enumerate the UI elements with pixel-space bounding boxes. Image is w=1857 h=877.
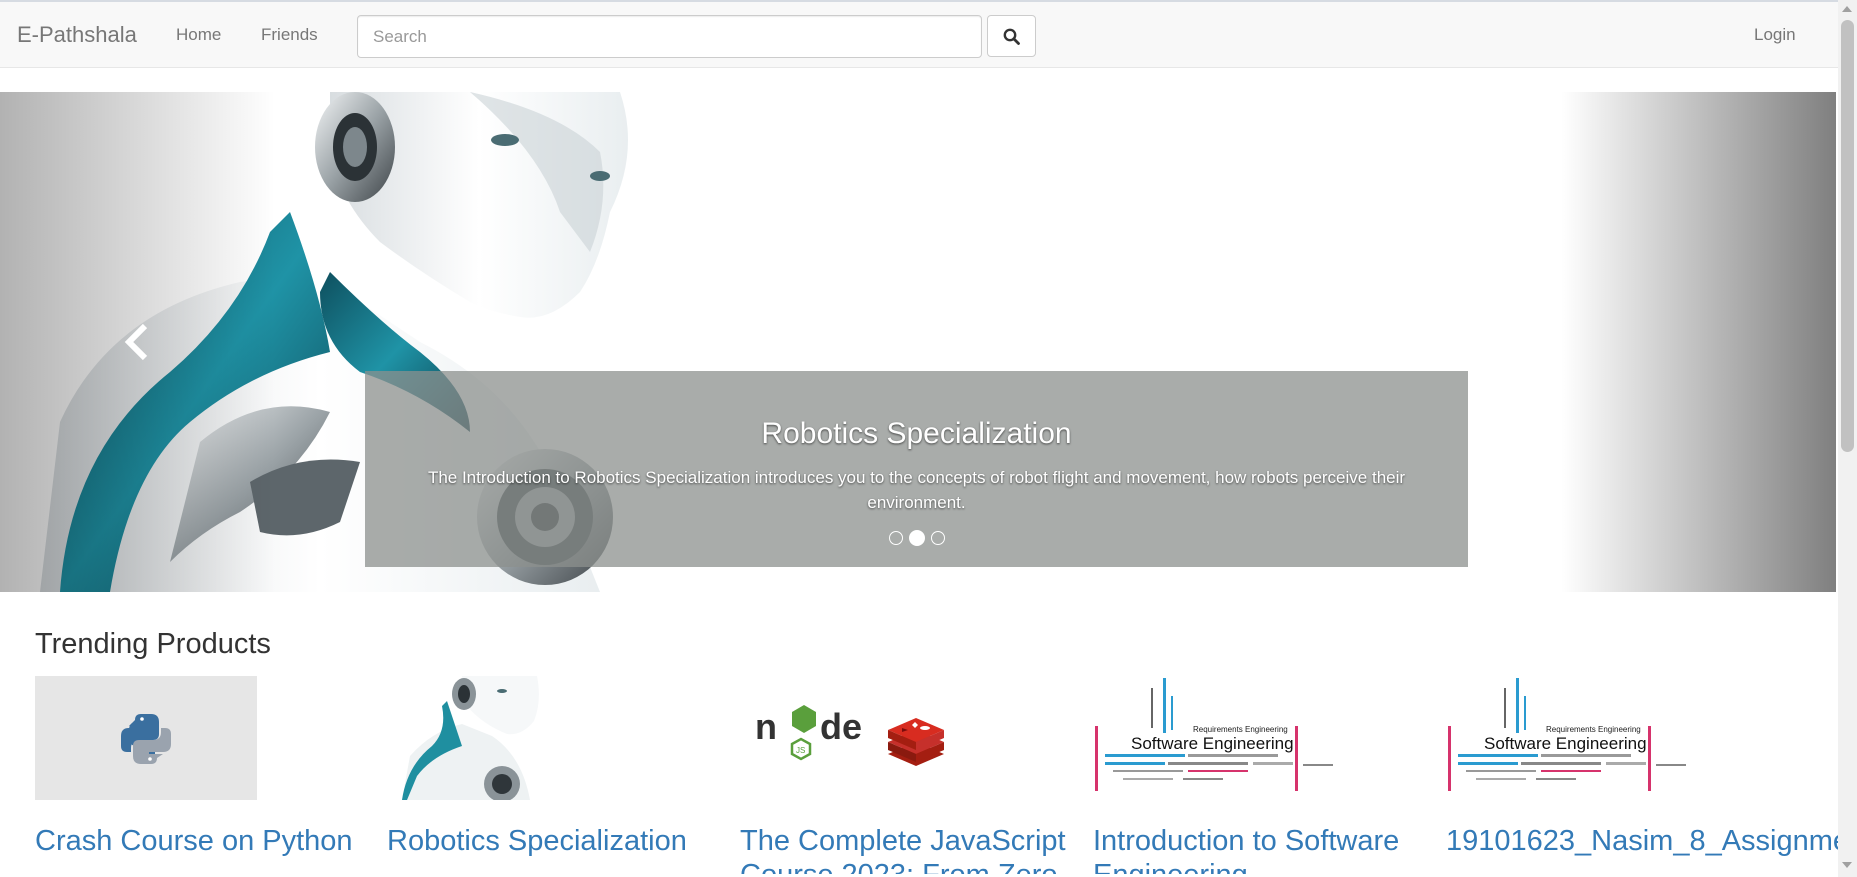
slide-title: Robotics Specialization [761, 417, 1072, 450]
product-card: Robotics Specialization [387, 676, 727, 877]
trending-heading: Trending Products [35, 628, 271, 660]
page-scrollbar[interactable] [1838, 0, 1857, 877]
product-thumbnail[interactable]: Requirements Engineering Software Engine… [1093, 676, 1343, 800]
redis-logo [888, 718, 944, 766]
wordcloud-text: Requirements Engineering [1546, 725, 1641, 734]
robot-thumbnail-image [402, 676, 539, 800]
python-logo-icon [121, 714, 171, 764]
software-engineering-wordcloud-image: Requirements Engineering Software Engine… [1448, 678, 1686, 791]
nav-home-link[interactable]: Home [176, 25, 221, 45]
product-card: Crash Course on Python [35, 676, 375, 877]
product-title-link[interactable]: 19101623_Nasim_8_Assignment [1446, 824, 1838, 858]
product-thumbnail[interactable]: Requirements Engineering Software Engine… [1446, 676, 1696, 800]
wordcloud-text: Software Engineering [1131, 734, 1294, 753]
wordcloud-text: Software Engineering [1484, 734, 1647, 753]
product-title-link[interactable]: The Complete JavaScript Course 2023: Fro… [740, 824, 1080, 874]
software-engineering-wordcloud-image: Requirements Engineering Software Engine… [1095, 678, 1333, 791]
slide-indicator-3[interactable] [930, 531, 945, 545]
carousel-indicators [365, 530, 1468, 546]
product-thumbnail[interactable] [402, 676, 542, 800]
search-input[interactable] [357, 15, 982, 58]
wordcloud-text: Requirements Engineering [1193, 725, 1288, 734]
slide-description: The Introduction to Robotics Specializat… [427, 468, 1406, 512]
carousel-next-button[interactable] [1561, 92, 1836, 592]
slide-indicator-2[interactable] [908, 530, 925, 546]
hero-carousel: Robotics Specialization The Introduction… [0, 92, 1836, 592]
scroll-down-arrow-icon[interactable] [1842, 862, 1852, 868]
carousel-prev-button[interactable] [0, 92, 275, 592]
nav-friends-link[interactable]: Friends [261, 25, 318, 45]
slide-indicator-1[interactable] [888, 531, 903, 545]
chevron-left-icon [124, 323, 148, 361]
search-icon [1003, 28, 1020, 45]
product-card: Requirements Engineering Software Engine… [1446, 676, 1838, 877]
product-thumbnail[interactable] [35, 676, 257, 800]
product-thumbnail[interactable]: n de JS [740, 676, 1080, 800]
product-list: Crash Course on Python Robotics Speciali… [0, 676, 1838, 877]
node-logo-text: de [820, 706, 862, 747]
node-redis-logo-icon: n de JS [755, 705, 944, 766]
top-navbar: E-Pathshala Home Friends Login [0, 0, 1838, 68]
product-title-link[interactable]: Introduction to Software Engineering [1093, 824, 1433, 874]
scroll-up-arrow-icon[interactable] [1842, 6, 1852, 12]
scrollbar-thumb[interactable] [1841, 20, 1854, 452]
product-card: n de JS The Complete JavaScript [740, 676, 1080, 877]
product-title-link[interactable]: Robotics Specialization [387, 824, 727, 858]
carousel-caption: Robotics Specialization The Introduction… [365, 371, 1468, 567]
js-logo-text: JS [796, 746, 805, 755]
product-card: Requirements Engineering Software Engine… [1093, 676, 1433, 877]
login-link[interactable]: Login [1754, 25, 1796, 45]
node-logo-text: n [755, 706, 777, 747]
brand-logo-link[interactable]: E-Pathshala [17, 22, 137, 48]
search-button[interactable] [987, 15, 1036, 57]
page: E-Pathshala Home Friends Login [0, 0, 1857, 877]
product-title-link[interactable]: Crash Course on Python [35, 824, 375, 858]
